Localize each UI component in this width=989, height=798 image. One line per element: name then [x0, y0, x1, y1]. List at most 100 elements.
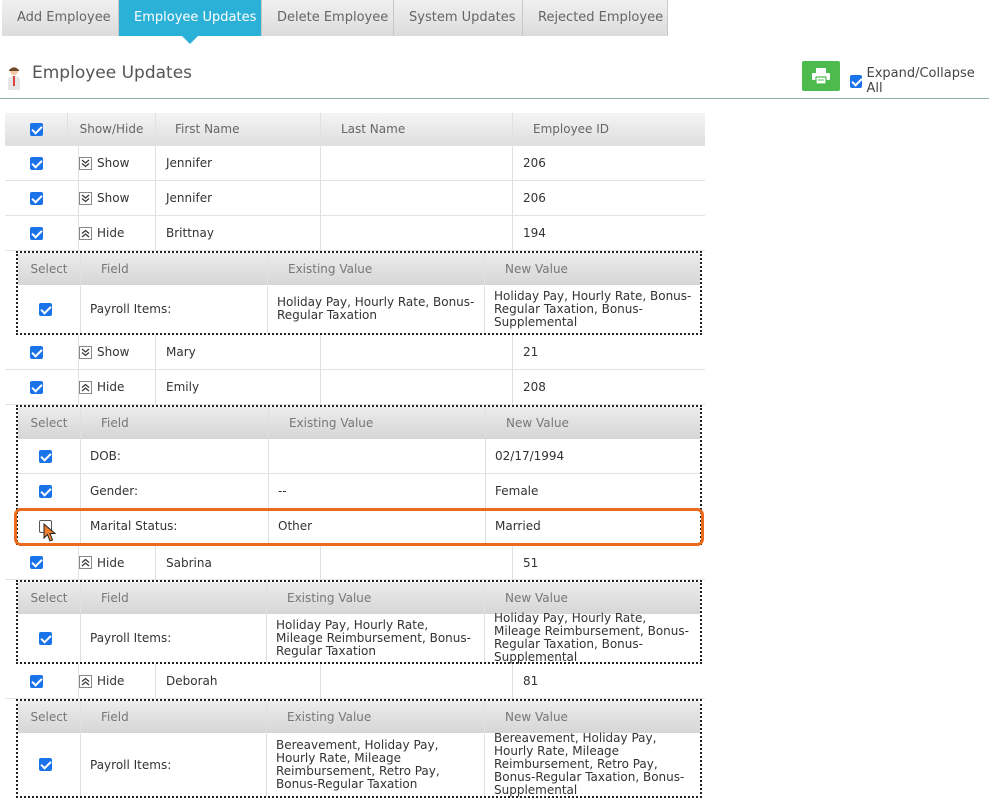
hide-toggle[interactable]: Hide: [79, 380, 124, 394]
table-row: Show Mary 21: [5, 335, 705, 370]
detail-header-existing: Existing Value: [268, 407, 485, 439]
detail-header-existing: Existing Value: [266, 582, 484, 614]
last-name-cell: [320, 546, 512, 579]
header-last-name[interactable]: Last Name: [320, 113, 512, 145]
person-icon: [8, 67, 20, 90]
table-row: Show Jennifer 206: [5, 181, 705, 216]
detail-header-new: New Value: [484, 582, 700, 614]
show-toggle[interactable]: Show: [79, 191, 129, 205]
first-name-cell: Brittnay: [155, 216, 320, 250]
hide-toggle[interactable]: Hide: [79, 226, 124, 240]
existing-value-cell: --: [268, 474, 485, 508]
table-row: Show Jennifer 206: [5, 146, 705, 181]
tab-system-updates[interactable]: System Updates: [394, 0, 523, 36]
detail-row: Gender: -- Female: [18, 474, 700, 509]
mouse-cursor-icon: [43, 523, 57, 542]
new-value-cell: Holiday Pay, Hourly Rate, Bonus-Regular …: [484, 285, 700, 333]
detail-header-existing: Existing Value: [266, 701, 484, 733]
print-button[interactable]: [802, 61, 840, 91]
employee-id-cell: 81: [512, 664, 705, 698]
detail-header: Select Field Existing Value New Value: [18, 253, 700, 285]
detail-header-select: Select: [30, 591, 68, 605]
detail-row: Payroll Items: Holiday Pay, Hourly Rate,…: [18, 285, 700, 333]
collapse-icon: [79, 226, 92, 240]
first-name-cell: Jennifer: [155, 181, 320, 215]
detail-checkbox[interactable]: [39, 631, 52, 645]
last-name-cell: [320, 664, 512, 698]
employee-id-cell: 206: [512, 181, 705, 215]
page-title: Employee Updates: [32, 63, 193, 83]
detail-checkbox[interactable]: [39, 302, 52, 316]
row-checkbox[interactable]: [29, 191, 43, 205]
detail-header-field: Field: [80, 701, 266, 733]
employee-id-cell: 21: [512, 335, 705, 369]
new-value-cell: Female: [485, 474, 700, 508]
table-row: Hide Emily 208: [5, 370, 705, 405]
row-checkbox[interactable]: [29, 674, 43, 688]
detail-checkbox[interactable]: [39, 449, 52, 463]
show-toggle[interactable]: Show: [79, 345, 129, 359]
detail-checkbox[interactable]: [39, 758, 52, 771]
last-name-cell: [320, 335, 512, 369]
last-name-cell: [320, 216, 512, 250]
field-cell: Payroll Items:: [80, 285, 267, 333]
detail-header-field: Field: [80, 253, 267, 285]
header-first-name[interactable]: First Name: [155, 113, 320, 145]
page-header: Employee Updates Expand/Collapse All: [0, 58, 989, 99]
highlight-box: [14, 508, 704, 546]
detail-table: Select Field Existing Value New Value Pa…: [16, 580, 702, 664]
printer-icon: [812, 68, 830, 84]
expand-collapse-label: Expand/Collapse All: [866, 66, 975, 96]
header-employee-id[interactable]: Employee ID: [512, 113, 705, 145]
employee-id-cell: 208: [512, 370, 705, 404]
row-checkbox[interactable]: [29, 156, 43, 170]
detail-header-select: Select: [30, 710, 68, 724]
detail-header: Select Field Existing Value New Value: [18, 701, 700, 733]
last-name-cell: [320, 146, 512, 180]
detail-header-select: Select: [30, 262, 68, 276]
expand-collapse-all[interactable]: Expand/Collapse All: [850, 66, 989, 96]
header-show-hide[interactable]: Show/Hide: [67, 113, 155, 145]
detail-checkbox[interactable]: [39, 484, 52, 498]
row-checkbox[interactable]: [29, 345, 43, 359]
select-all-checkbox[interactable]: [29, 122, 43, 136]
detail-header-select: Select: [30, 416, 68, 430]
detail-header-existing: Existing Value: [267, 253, 484, 285]
last-name-cell: [320, 181, 512, 215]
first-name-cell: Jennifer: [155, 146, 320, 180]
hide-toggle[interactable]: Hide: [79, 556, 124, 570]
new-value-cell: Holiday Pay, Hourly Rate, Mileage Reimbu…: [484, 612, 700, 664]
collapse-icon: [79, 380, 92, 394]
hide-toggle[interactable]: Hide: [79, 674, 124, 688]
field-cell: Gender:: [80, 474, 268, 508]
tab-rejected-employee[interactable]: Rejected Employee: [523, 0, 668, 36]
field-cell: Payroll Items:: [80, 733, 266, 796]
detail-header-field: Field: [80, 407, 268, 439]
row-checkbox[interactable]: [29, 556, 43, 569]
employee-id-cell: 51: [512, 546, 705, 579]
grid-header: Show/Hide First Name Last Name Employee …: [5, 113, 705, 146]
expand-icon: [79, 345, 92, 359]
detail-row: DOB: 02/17/1994: [18, 439, 700, 474]
tab-add-employee[interactable]: Add Employee: [2, 0, 119, 36]
detail-table: Select Field Existing Value New Value Pa…: [16, 251, 702, 335]
existing-value-cell: [268, 439, 485, 473]
expand-icon: [79, 156, 92, 170]
detail-header-new: New Value: [484, 701, 700, 733]
table-row: Hide Deborah 81: [5, 664, 705, 699]
detail-table: Select Field Existing Value New Value Pa…: [16, 699, 702, 798]
show-toggle[interactable]: Show: [79, 156, 129, 170]
detail-header-field: Field: [80, 582, 266, 614]
detail-header-new: New Value: [484, 253, 700, 285]
row-checkbox[interactable]: [29, 226, 43, 240]
row-checkbox[interactable]: [29, 380, 43, 394]
expand-collapse-checkbox[interactable]: [850, 74, 863, 88]
collapse-icon: [79, 674, 92, 688]
employee-id-cell: 206: [512, 146, 705, 180]
expand-icon: [79, 191, 92, 205]
table-row: Hide Sabrina 51: [5, 546, 705, 580]
new-value-cell: 02/17/1994: [485, 439, 700, 473]
tab-delete-employee[interactable]: Delete Employee: [262, 0, 394, 36]
tab-employee-updates[interactable]: Employee Updates: [119, 0, 262, 44]
first-name-cell: Emily: [155, 370, 320, 404]
